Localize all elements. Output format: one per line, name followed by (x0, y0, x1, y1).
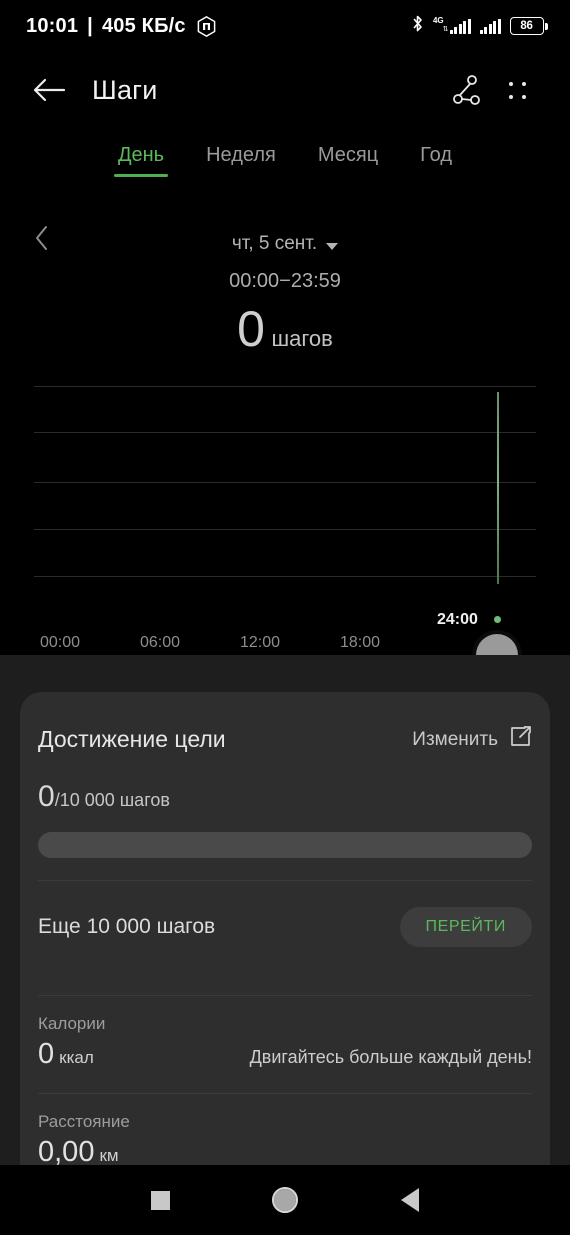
back-button[interactable] (26, 67, 72, 113)
chart-cursor-label: 24:00 (437, 611, 478, 628)
chart-gridline (34, 576, 536, 577)
goal-card: Достижение цели Изменить 0 /10 000 шагов (20, 692, 550, 1169)
chart-gridline (34, 432, 536, 433)
metric-distance-label: Расстояние (38, 1112, 130, 1131)
chevron-left-icon (36, 226, 47, 250)
caret-down-icon (326, 242, 339, 250)
metric-calories-row: 0 ккал Двигайтесь больше каждый день! (38, 1038, 532, 1071)
goto-button[interactable]: ПЕРЕЙТИ (399, 907, 532, 947)
battery-cap (545, 22, 548, 30)
triangle-back-icon[interactable] (400, 1188, 419, 1212)
total-steps-value: 0 (237, 301, 266, 357)
tab-day[interactable]: День (112, 140, 170, 179)
goal-card-header: Достижение цели Изменить (36, 692, 534, 754)
date-picker[interactable]: чт, 5 сент. (231, 233, 339, 255)
selected-date: чт, 5 сент. (231, 233, 318, 254)
bluetooth-icon (411, 14, 424, 38)
chart-gridline (34, 529, 536, 530)
remaining-label: Еще 10 000 шагов (38, 915, 216, 938)
x-tick-0: 00:00 (40, 634, 81, 651)
goal-card-title: Достижение цели (38, 726, 226, 752)
circle-home-icon[interactable] (272, 1187, 299, 1213)
page-title: Шаги (92, 74, 158, 105)
four-dots-menu-icon (506, 79, 528, 101)
phone-screen: 10:01 | 405 КБ/с 4G ⇅ 86 Шаги День Недел… (0, 0, 570, 1235)
x-tick-12: 12:00 (240, 634, 281, 651)
goal-current-value: 0 (38, 780, 55, 813)
total-steps: 0 шагов (0, 300, 570, 358)
signal-bars-2 (479, 18, 501, 34)
metric-calories-unit: ккал (59, 1048, 94, 1067)
time-range-label: 00:00−23:59 (229, 270, 341, 292)
metric-calories-valuewrap: 0 ккал (38, 1038, 94, 1071)
battery-level: 86 (509, 17, 544, 35)
chart-cursor-line (497, 392, 499, 584)
tab-year[interactable]: Год (414, 140, 458, 179)
edit-goal-button[interactable]: Изменить (412, 725, 532, 754)
tab-month[interactable]: Месяц (312, 140, 384, 179)
signal-4g-icon: 4G ⇅ (432, 15, 471, 34)
date-navigator: чт, 5 сент. (0, 226, 570, 262)
metric-distance: Расстояние 0,00 км (36, 1094, 534, 1169)
goal-progress-bar[interactable] (38, 832, 532, 858)
previous-day-button[interactable] (34, 224, 50, 257)
edit-goal-label: Изменить (412, 728, 498, 750)
status-time: 10:01 (26, 14, 79, 37)
chart-gridline (34, 386, 536, 387)
network-type-label: 4G (432, 15, 444, 25)
goal-progress-text: 0 /10 000 шагов (36, 754, 534, 814)
signal-bars-1 (449, 18, 471, 34)
remaining-row: Еще 10 000 шагов ПЕРЕЙТИ (36, 881, 534, 973)
overflow-menu-button[interactable] (492, 65, 542, 115)
data-arrows-icon: ⇅ (442, 25, 449, 33)
edit-square-icon (509, 725, 532, 754)
app-bar: Шаги (0, 52, 570, 128)
period-tabs: День Неделя Месяц Год (0, 140, 570, 179)
motivation-tip: Двигайтесь больше каждый день! (249, 1047, 532, 1067)
share-button[interactable] (442, 65, 492, 115)
status-bar: 10:01 | 405 КБ/с 4G ⇅ 86 (0, 0, 570, 52)
share-nodes-icon (453, 75, 480, 105)
x-tick-18: 18:00 (340, 634, 381, 651)
metric-calories-value: 0 (38, 1038, 55, 1070)
tab-week[interactable]: Неделя (200, 140, 282, 179)
mi-logo-icon (197, 15, 216, 37)
status-bar-right: 4G ⇅ 86 (411, 14, 548, 38)
network-speed: 405 КБ/с (101, 14, 186, 37)
chart-gridline (34, 482, 536, 483)
status-bar-left: 10:01 | 405 КБ/с (26, 15, 216, 38)
total-steps-unit: шагов (271, 326, 333, 351)
x-tick-6: 06:00 (140, 634, 181, 651)
system-nav-bar (0, 1165, 570, 1235)
status-separator: | (87, 14, 93, 37)
square-recents-icon[interactable] (151, 1190, 171, 1210)
arrow-left-icon (33, 78, 66, 102)
details-panel: Достижение цели Изменить 0 /10 000 шагов (0, 655, 570, 1169)
signal-bars-2-icon (479, 18, 501, 34)
metric-calories: Калории 0 ккал Двигайтесь больше каждый … (36, 996, 534, 1071)
metric-distance-unit: км (99, 1146, 119, 1165)
chart-cursor-dot (494, 616, 501, 623)
steps-chart[interactable]: 24:00 00:00 06:00 12:00 18:00 (0, 370, 570, 676)
battery-icon: 86 (509, 17, 548, 35)
goal-target-value: /10 000 шагов (54, 790, 170, 810)
metric-calories-label: Калории (38, 1014, 106, 1033)
